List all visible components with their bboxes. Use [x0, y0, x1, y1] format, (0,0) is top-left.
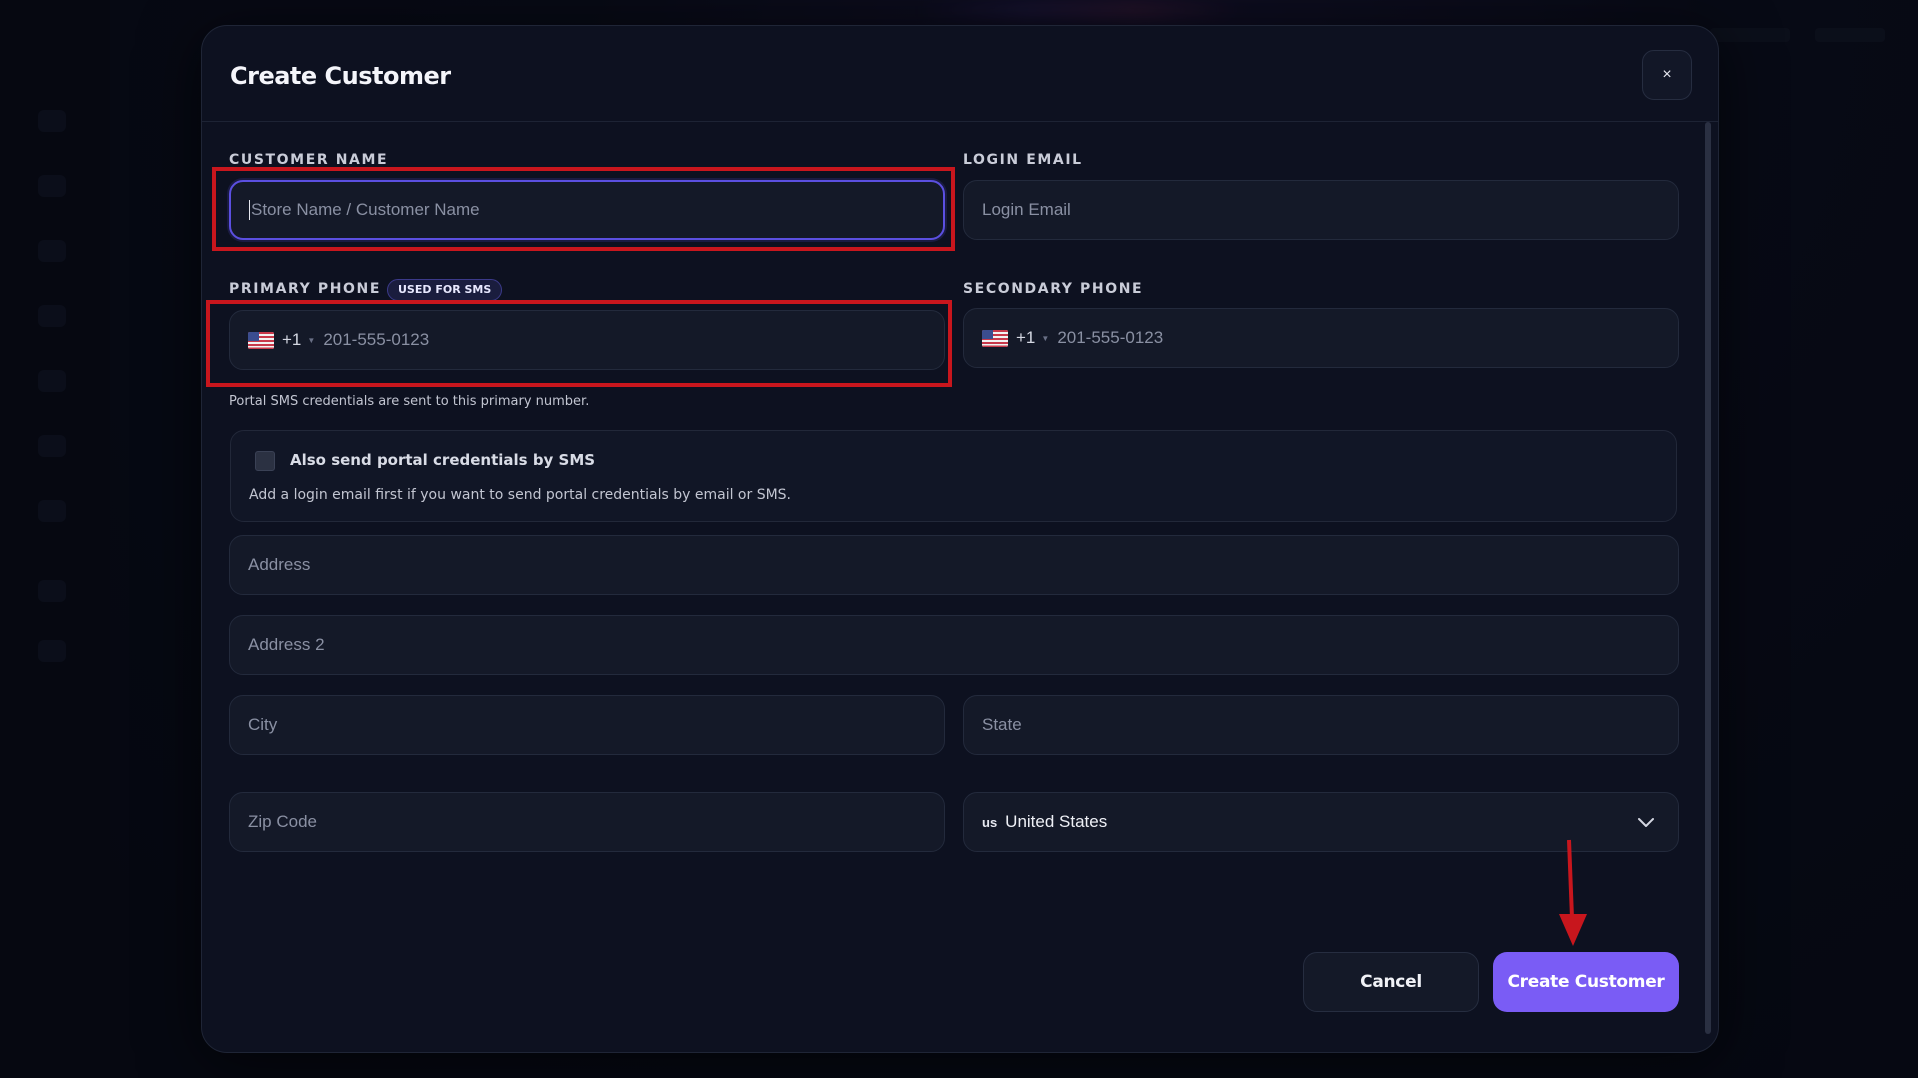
address-input[interactable]: Address [229, 535, 1679, 595]
modal-scrollbar[interactable] [1705, 122, 1711, 1034]
customer-name-label: CUSTOMER NAME [229, 152, 389, 168]
sms-credentials-description: Add a login email first if you want to s… [249, 487, 792, 503]
us-flag-icon [982, 329, 1008, 347]
state-placeholder: State [982, 715, 1022, 734]
close-icon: × [1662, 66, 1672, 83]
secondary-phone-dial-code: +1 [1016, 328, 1036, 347]
country-code: us [982, 814, 998, 830]
address2-input[interactable]: Address 2 [229, 615, 1679, 675]
create-customer-button[interactable]: Create Customer [1493, 952, 1679, 1012]
city-input[interactable]: City [229, 695, 945, 755]
red-arrow-annotation [1559, 839, 1587, 946]
close-button[interactable]: × [1642, 50, 1692, 100]
caret-down-icon: ▼ [1041, 333, 1050, 343]
sms-credentials-checkbox[interactable] [255, 451, 275, 471]
secondary-phone-label: SECONDARY PHONE [963, 281, 1144, 297]
chevron-down-icon [1638, 818, 1654, 827]
login-email-placeholder: Login Email [982, 200, 1071, 219]
cancel-button[interactable]: Cancel [1303, 952, 1479, 1012]
primary-phone-label: PRIMARY PHONE [229, 281, 382, 297]
modal-title: Create Customer [230, 62, 451, 90]
sms-credentials-label[interactable]: Also send portal credentials by SMS [290, 451, 595, 469]
address2-placeholder: Address 2 [248, 635, 325, 654]
sms-credentials-option: Also send portal credentials by SMS Add … [230, 430, 1677, 522]
highlight-box-primary-phone [206, 300, 952, 387]
country-name: United States [1005, 812, 1108, 831]
address-placeholder: Address [248, 555, 311, 574]
modal-header: Create Customer × [202, 26, 1718, 122]
highlight-box-customer-name [212, 167, 955, 251]
secondary-phone-placeholder: 201-555-0123 [1057, 328, 1164, 347]
zip-code-input[interactable]: Zip Code [229, 792, 945, 852]
login-email-label: LOGIN EMAIL [963, 152, 1083, 168]
secondary-phone-country-selector[interactable]: +1 ▼ [982, 328, 1057, 348]
city-placeholder: City [248, 715, 278, 734]
secondary-phone-input[interactable]: +1 ▼ 201-555-0123 [963, 308, 1679, 368]
state-input[interactable]: State [963, 695, 1679, 755]
used-for-sms-badge: USED FOR SMS [387, 279, 503, 301]
primary-phone-help-text: Portal SMS credentials are sent to this … [229, 394, 590, 409]
zip-code-placeholder: Zip Code [248, 812, 317, 831]
login-email-input[interactable]: Login Email [963, 180, 1679, 240]
